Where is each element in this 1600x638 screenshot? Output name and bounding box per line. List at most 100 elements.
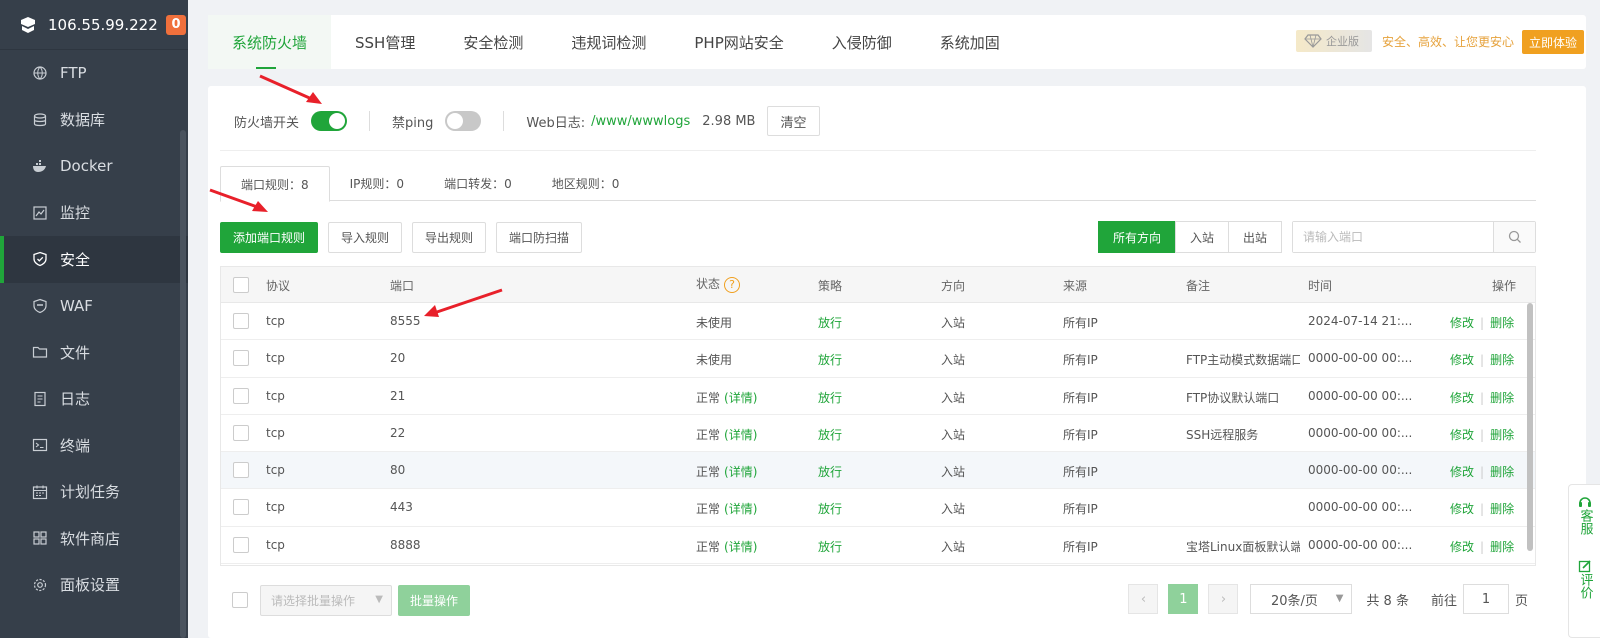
row-checkbox[interactable] xyxy=(233,499,249,516)
prev-page-button[interactable]: ‹ xyxy=(1128,584,1159,614)
rule-tab[interactable]: 端口转发：0 xyxy=(424,166,532,201)
rule-tab[interactable]: 端口规则：8 xyxy=(220,166,330,202)
sidebar-item[interactable]: 监控 xyxy=(0,190,188,237)
add-port-rule-button[interactable]: 添加端口规则 xyxy=(220,221,319,253)
weblog-path-link[interactable]: /www/wwwlogs xyxy=(591,114,690,129)
delete-link[interactable]: 删除 xyxy=(1490,465,1514,479)
edit-link[interactable]: 修改 xyxy=(1450,391,1474,405)
status-detail-link[interactable]: (详情) xyxy=(724,391,757,405)
port-search-input[interactable] xyxy=(1293,222,1493,252)
sidebar-item[interactable]: 日志 xyxy=(0,376,188,423)
ping-toggle[interactable] xyxy=(445,111,482,131)
cell-policy: 放行 xyxy=(818,427,843,442)
delete-link[interactable]: 删除 xyxy=(1490,540,1514,554)
top-tab[interactable]: 安全检测 xyxy=(439,15,547,69)
cell-protocol: tcp xyxy=(266,463,285,478)
cell-policy: 放行 xyxy=(818,353,843,368)
top-tab[interactable]: 违规词检测 xyxy=(547,15,670,69)
export-rules-button[interactable]: 导出规则 xyxy=(412,221,487,253)
cell-time: 0000-00-00 00:... xyxy=(1308,425,1413,440)
cell-source: 所有IP xyxy=(1063,390,1098,405)
table-scrollbar[interactable] xyxy=(1527,303,1533,551)
notification-badge[interactable]: 0 xyxy=(166,15,186,35)
row-checkbox[interactable] xyxy=(233,387,249,404)
delete-link[interactable]: 删除 xyxy=(1490,353,1514,367)
sidebar-item[interactable]: Docker xyxy=(0,143,188,190)
cell-direction: 入站 xyxy=(941,427,966,442)
cell-direction: 入站 xyxy=(941,316,966,330)
next-page-button[interactable]: › xyxy=(1208,584,1239,614)
top-tab[interactable]: 系统加固 xyxy=(916,15,1024,69)
clear-log-button[interactable]: 清空 xyxy=(767,106,820,136)
port-anti-scan-button[interactable]: 端口防扫描 xyxy=(496,221,583,253)
top-tab[interactable]: 系统防火墙 xyxy=(208,15,332,69)
sidebar-item[interactable]: 安全 xyxy=(0,236,188,283)
search-button[interactable] xyxy=(1493,222,1535,252)
batch-operation-button[interactable]: 批量操作 xyxy=(398,584,471,616)
cell-source: 所有IP xyxy=(1063,316,1098,330)
direction-filter-option[interactable]: 入站 xyxy=(1174,221,1229,253)
sidebar-item[interactable]: FTP xyxy=(0,50,188,97)
delete-link[interactable]: 删除 xyxy=(1490,428,1514,442)
cell-ops: 修改 | 删除 xyxy=(1450,426,1514,443)
goto-page-input[interactable]: 1 xyxy=(1462,584,1509,614)
sidebar-item[interactable]: 计划任务 xyxy=(0,469,188,516)
cell-direction: 入站 xyxy=(941,539,966,554)
sidebar-scrollbar[interactable] xyxy=(180,130,186,638)
col-policy: 策略 xyxy=(818,279,843,293)
batch-operation-select[interactable]: 请选择批量操作 ▼ xyxy=(260,584,392,616)
edit-link[interactable]: 修改 xyxy=(1450,428,1474,442)
rule-tab[interactable]: 地区规则：0 xyxy=(532,166,640,201)
sidebar-item[interactable]: 终端 xyxy=(0,422,188,469)
firewall-toggle[interactable] xyxy=(311,111,348,131)
import-rules-button[interactable]: 导入规则 xyxy=(328,221,403,253)
server-header[interactable]: 106.55.99.222 0 xyxy=(0,0,188,50)
row-checkbox[interactable] xyxy=(233,350,249,367)
customer-service-button[interactable]: 客服 xyxy=(1577,495,1593,535)
top-tab[interactable]: PHP网站安全 xyxy=(670,15,807,69)
sidebar-item[interactable]: 文件 xyxy=(0,329,188,376)
sidebar-item[interactable]: WAF xyxy=(0,283,188,330)
sidebar-item[interactable]: 数据库 xyxy=(0,97,188,144)
help-icon[interactable]: ? xyxy=(724,276,741,293)
footer-select-all-checkbox[interactable] xyxy=(232,592,248,608)
status-detail-link[interactable]: (详情) xyxy=(724,465,757,479)
cell-port: 80 xyxy=(390,463,406,478)
sidebar: 106.55.99.222 0 FTP 数据库 Docker 监控 安全 WAF 文件 日志终… xyxy=(0,0,188,638)
status-detail-link[interactable]: (详情) xyxy=(724,540,757,554)
cell-direction: 入站 xyxy=(941,465,966,480)
select-all-checkbox[interactable] xyxy=(233,277,249,293)
top-tab[interactable]: SSH管理 xyxy=(331,15,439,69)
review-button[interactable]: 评价 xyxy=(1577,559,1593,599)
weblog-label: Web日志: xyxy=(526,115,586,131)
row-checkbox[interactable] xyxy=(233,424,249,441)
row-checkbox[interactable] xyxy=(233,313,249,329)
edit-link[interactable]: 修改 xyxy=(1450,353,1474,367)
cell-protocol: tcp xyxy=(266,314,285,328)
status-detail-link[interactable]: (详情) xyxy=(724,428,757,442)
sidebar-item[interactable]: 软件商店 xyxy=(0,515,188,562)
rule-tab[interactable]: IP规则：0 xyxy=(330,166,424,201)
edit-link[interactable]: 修改 xyxy=(1450,540,1474,554)
edit-link[interactable]: 修改 xyxy=(1450,316,1474,330)
direction-filter-option[interactable]: 出站 xyxy=(1227,221,1282,253)
row-checkbox[interactable] xyxy=(233,462,249,479)
op-separator: | xyxy=(1480,465,1485,480)
direction-filter: 所有方向 入站 出站 xyxy=(1097,221,1282,253)
col-status-label: 状态 xyxy=(696,277,721,291)
edit-link[interactable]: 修改 xyxy=(1450,465,1474,479)
delete-link[interactable]: 删除 xyxy=(1490,391,1514,405)
delete-link[interactable]: 删除 xyxy=(1490,316,1514,330)
top-tab[interactable]: 入侵防御 xyxy=(808,15,916,69)
status-value: 正常 xyxy=(696,502,721,517)
cell-source: 所有IP xyxy=(1063,539,1098,554)
sidebar-item[interactable]: 面板设置 xyxy=(0,562,188,609)
direction-filter-option[interactable]: 所有方向 xyxy=(1097,221,1176,253)
row-checkbox[interactable] xyxy=(233,536,249,553)
try-now-button[interactable]: 立即体验 xyxy=(1522,30,1584,54)
edit-link[interactable]: 修改 xyxy=(1450,502,1474,516)
delete-link[interactable]: 删除 xyxy=(1490,502,1514,516)
status-detail-link[interactable]: (详情) xyxy=(724,502,757,516)
page-size-select[interactable]: 20条/页 ▼ xyxy=(1250,584,1353,614)
current-page[interactable]: 1 xyxy=(1168,584,1199,614)
